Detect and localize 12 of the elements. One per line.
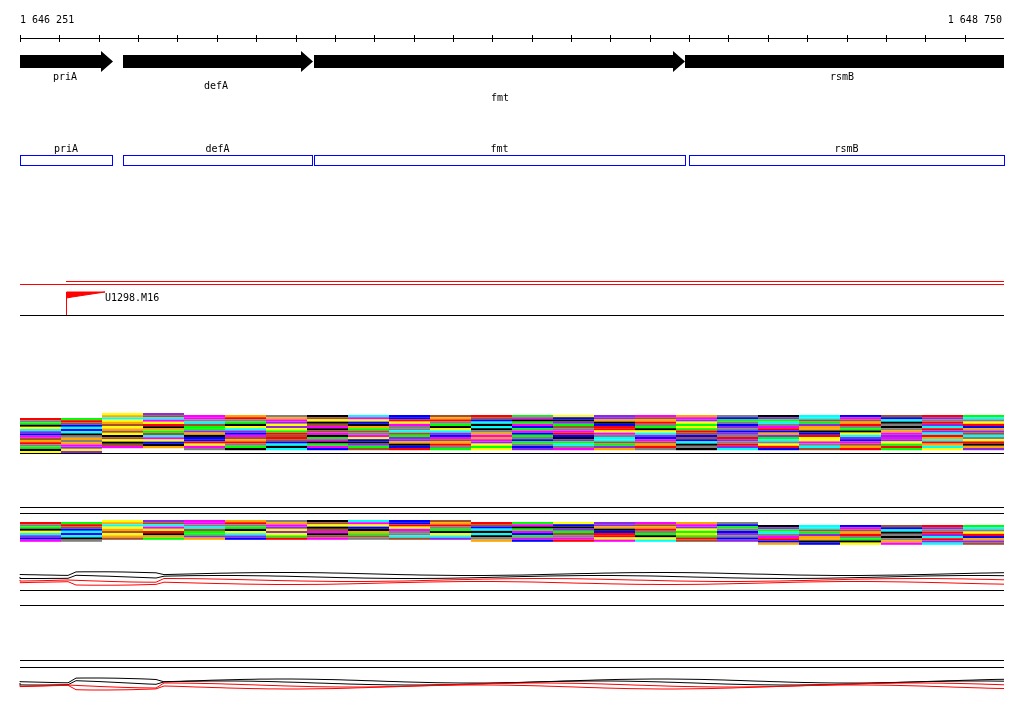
end-coordinate: 1 648 750 xyxy=(947,14,1002,25)
gene-label: fmt xyxy=(490,143,509,154)
start-coordinate: 1 646 251 xyxy=(20,14,75,25)
gene-label: rsmB xyxy=(834,143,859,154)
feature-label: U1298.M16 xyxy=(105,292,160,303)
gene-label: priA xyxy=(53,143,79,154)
gene-label: priA xyxy=(52,71,78,82)
gene-label: defA xyxy=(205,143,230,154)
flag-icon xyxy=(66,291,106,316)
gene-label: fmt xyxy=(490,92,510,103)
gene-label: defA xyxy=(203,80,229,91)
gene-label: rsmB xyxy=(829,71,855,82)
